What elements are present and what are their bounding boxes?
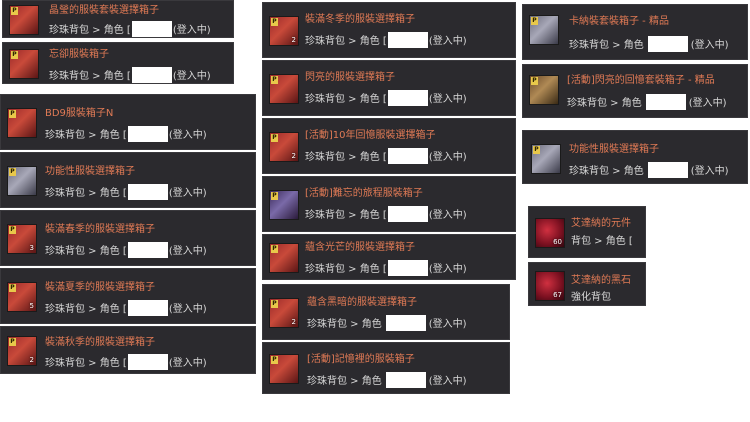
item-title: 卡納裝套裝箱子 - 精品 xyxy=(569,16,669,27)
item-card[interactable]: P3 裝滿春季的服裝選擇箱子 珍珠背包 > 角色 [(登入中) xyxy=(0,210,256,266)
item-title: BD9服裝箱子N xyxy=(45,108,114,119)
item-title: 閃亮的服裝選擇箱子 xyxy=(305,72,395,83)
item-card[interactable]: P 卡納裝套裝箱子 - 精品 珍珠背包 > 角色 (登入中) xyxy=(522,4,748,60)
item-location: 背包 > 角色 [ xyxy=(571,236,633,247)
item-location: 珍珠背包 > 角色 (登入中) xyxy=(569,36,729,52)
item-card[interactable]: P2 裝滿冬季的服裝選擇箱子 珍珠背包 > 角色 [(登入中) xyxy=(262,2,516,58)
item-location: 珍珠背包 > 角色 (登入中) xyxy=(307,315,467,331)
item-title: 功能性服裝選擇箱子 xyxy=(45,166,135,177)
red-box-icon: P2 xyxy=(7,336,37,366)
item-card[interactable]: P5 裝滿夏季的服裝選擇箱子 珍珠背包 > 角色 [(登入中) xyxy=(0,268,256,324)
item-card[interactable]: 67 艾達納的黑石 強化背包 xyxy=(528,262,646,306)
item-location: 珍珠背包 > 角色 [(登入中) xyxy=(305,260,467,276)
crimson-gem-icon: 60 xyxy=(535,218,565,248)
item-location: 珍珠背包 > 角色 [(登入中) xyxy=(45,300,207,316)
red-box-icon: P xyxy=(9,49,39,79)
item-title: 晶瑩的服裝套裝選擇箱子 xyxy=(49,5,159,16)
red-box-icon: P xyxy=(7,108,37,138)
red-box-icon: P2 xyxy=(269,298,299,328)
item-location: 珍珠背包 > 角色 [(登入中) xyxy=(305,90,467,106)
item-location: 珍珠背包 > 角色 [(登入中) xyxy=(49,21,211,37)
item-location: 珍珠背包 > 角色 [(登入中) xyxy=(305,32,467,48)
red-box-icon: P2 xyxy=(269,16,299,46)
item-title: 裝滿春季的服裝選擇箱子 xyxy=(45,224,155,235)
item-location: 珍珠背包 > 角色 (登入中) xyxy=(567,94,727,110)
red-box-icon: P3 xyxy=(7,224,37,254)
item-location: 珍珠背包 > 角色 [(登入中) xyxy=(45,184,207,200)
item-title: 功能性服裝選擇箱子 xyxy=(569,144,659,155)
item-title: 裝滿秋季的服裝選擇箱子 xyxy=(45,337,155,348)
red-box-icon: P xyxy=(9,5,39,35)
item-card[interactable]: P 功能性服裝選擇箱子 珍珠背包 > 角色 (登入中) xyxy=(522,130,748,184)
red-box-icon: P xyxy=(269,354,299,384)
item-location: 珍珠背包 > 角色 [(登入中) xyxy=(49,67,211,83)
item-card[interactable]: P 閃亮的服裝選擇箱子 珍珠背包 > 角色 [(登入中) xyxy=(262,60,516,116)
red-box-icon: P xyxy=(269,243,299,273)
gray-box-icon: P xyxy=(7,166,37,196)
red-box-icon: P5 xyxy=(7,282,37,312)
item-card[interactable]: 60 艾達納的元件 背包 > 角色 [ xyxy=(528,206,646,258)
red-box-icon: P xyxy=(269,74,299,104)
item-card[interactable]: P 忘卻服裝箱子 珍珠背包 > 角色 [(登入中) xyxy=(2,42,234,84)
item-title: [活動]記憶裡的服裝箱子 xyxy=(307,354,415,365)
item-location: 珍珠背包 > 角色 [(登入中) xyxy=(45,242,207,258)
item-location: 強化背包 xyxy=(571,292,611,303)
item-title: 蘊含黑暗的服裝選擇箱子 xyxy=(307,297,417,308)
item-title: 艾達納的黑石 xyxy=(571,275,631,286)
item-location: 珍珠背包 > 角色 [(登入中) xyxy=(305,148,467,164)
gray-box-icon: P xyxy=(531,144,561,174)
item-card[interactable]: P [活動]閃亮的回憶套裝箱子 - 精品 珍珠背包 > 角色 (登入中) xyxy=(522,64,748,118)
item-title: [活動]難忘的旅程服裝箱子 xyxy=(305,188,423,199)
item-card[interactable]: P 晶瑩的服裝套裝選擇箱子 珍珠背包 > 角色 [(登入中) xyxy=(2,0,234,38)
item-location: 珍珠背包 > 角色 [(登入中) xyxy=(45,354,207,370)
item-card[interactable]: P 蘊含光芒的服裝選擇箱子 珍珠背包 > 角色 [(登入中) xyxy=(262,234,516,280)
item-title: 裝滿夏季的服裝選擇箱子 xyxy=(45,282,155,293)
red-box-icon: P2 xyxy=(269,132,299,162)
brown-box-icon: P xyxy=(529,75,559,105)
item-title: [活動]10年回憶服裝選擇箱子 xyxy=(305,130,436,141)
item-location: 珍珠背包 > 角色 [(登入中) xyxy=(45,126,207,142)
crimson-gem-icon: 67 xyxy=(535,271,565,301)
item-title: 艾達納的元件 xyxy=(571,218,631,229)
item-location: 珍珠背包 > 角色 [(登入中) xyxy=(305,206,467,222)
item-card[interactable]: P2 蘊含黑暗的服裝選擇箱子 珍珠背包 > 角色 (登入中) xyxy=(262,284,510,340)
gray-box-icon: P xyxy=(529,15,559,45)
item-title: 裝滿冬季的服裝選擇箱子 xyxy=(305,14,415,25)
item-location: 珍珠背包 > 角色 (登入中) xyxy=(569,162,729,178)
item-title: [活動]閃亮的回憶套裝箱子 - 精品 xyxy=(567,75,715,86)
item-card[interactable]: P 功能性服裝選擇箱子 珍珠背包 > 角色 [(登入中) xyxy=(0,152,256,208)
item-card[interactable]: P [活動]難忘的旅程服裝箱子 珍珠背包 > 角色 [(登入中) xyxy=(262,176,516,232)
item-card[interactable]: P BD9服裝箱子N 珍珠背包 > 角色 [(登入中) xyxy=(0,94,256,150)
purple-box-icon: P xyxy=(269,190,299,220)
item-title: 忘卻服裝箱子 xyxy=(49,49,109,60)
item-location: 珍珠背包 > 角色 (登入中) xyxy=(307,372,467,388)
item-card[interactable]: P [活動]記憶裡的服裝箱子 珍珠背包 > 角色 (登入中) xyxy=(262,342,510,394)
item-card[interactable]: P2 [活動]10年回憶服裝選擇箱子 珍珠背包 > 角色 [(登入中) xyxy=(262,118,516,174)
item-card[interactable]: P2 裝滿秋季的服裝選擇箱子 珍珠背包 > 角色 [(登入中) xyxy=(0,326,256,374)
item-title: 蘊含光芒的服裝選擇箱子 xyxy=(305,242,415,253)
